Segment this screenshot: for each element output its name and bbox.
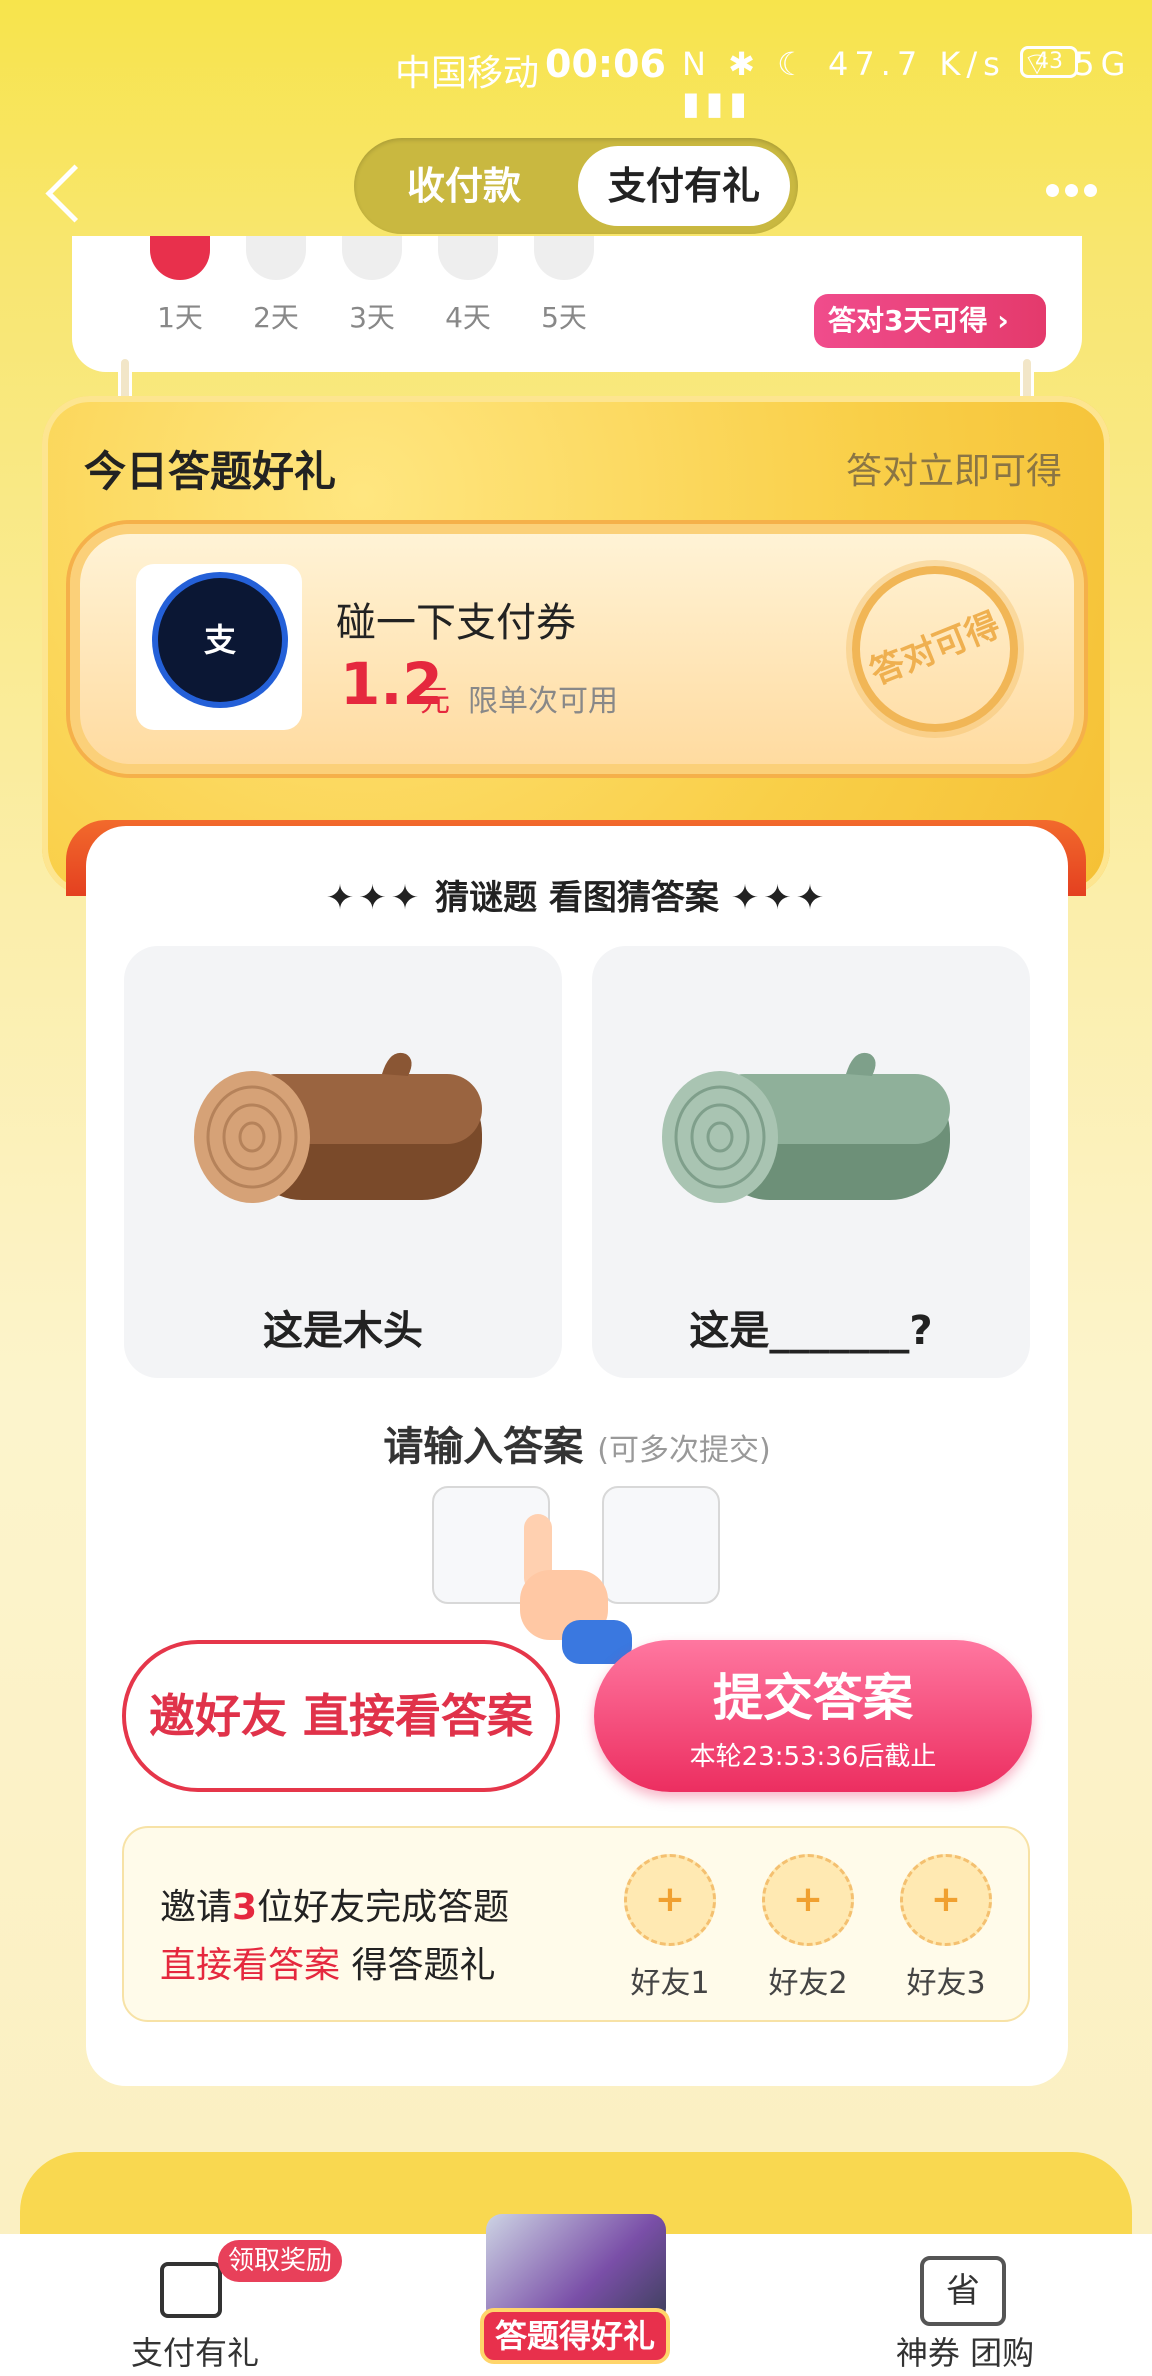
coupon-save-icon[interactable]: 省 <box>920 2256 1006 2326</box>
coupon-limit: 限单次可用 <box>468 684 618 719</box>
carrier-text: 中国移动 <box>395 53 540 94</box>
answer-prompt-note: (可多次提交) <box>597 1433 771 1468</box>
day-dot-icon <box>342 236 402 280</box>
sparkle-icon: ✦✦✦ <box>325 878 424 918</box>
jade-log-icon <box>662 1052 950 1203</box>
alipay-tap-logo-icon: 支 <box>158 578 282 702</box>
quiz-subtitle-text: 猜谜题 看图猜答案 <box>435 878 719 918</box>
quiz-subtitle: ✦✦✦ 猜谜题 看图猜答案 ✦✦✦ <box>86 870 1068 919</box>
day-label: 4天 <box>445 301 491 334</box>
answer-prompt-text: 请输入答案 <box>383 1424 584 1470</box>
friend-label: 好友1 <box>630 1966 710 2001</box>
friend-label: 好友3 <box>906 1966 986 2001</box>
invite-friend-button[interactable]: 邀好友 直接看答案 <box>122 1640 560 1792</box>
tab-coupons-group-buy[interactable]: 神券 团购 <box>880 2328 1050 2374</box>
day-label: 5天 <box>541 301 587 334</box>
tab-collect-pay[interactable]: 收付款 <box>354 138 574 234</box>
back-arrow-icon[interactable] <box>40 165 90 225</box>
gift-board-note: 答对立即可得 <box>846 451 1063 492</box>
more-options-icon[interactable] <box>1046 182 1106 202</box>
invite-text: 位好友完成答题 <box>257 1887 510 1928</box>
add-friend-3-icon[interactable]: + <box>900 1854 992 1946</box>
coupon-unit: 元 <box>420 684 450 719</box>
gift-board-title: 今日答题好礼 <box>84 447 337 496</box>
invite-text: 邀请 <box>160 1887 233 1928</box>
wooden-log-icon <box>194 1052 482 1203</box>
pointing-hand-icon <box>520 1514 632 1664</box>
claim-reward-badge: 领取奖励 <box>218 2240 342 2282</box>
submit-answer-label: 提交答案 <box>713 1669 913 1727</box>
sparkle-icon: ✦✦✦ <box>730 878 829 918</box>
submit-answer-button[interactable]: 提交答案 本轮23:53:36后截止 <box>594 1640 1032 1792</box>
streak-card: 1天 2天 3天 4天 5天 答对3天可得 › <box>72 236 1082 372</box>
invite-highlight: 直接看答案 <box>160 1945 341 1986</box>
quiz-image-card: 这是_______? <box>592 946 1030 1378</box>
clock-text: 00:06 <box>545 42 666 86</box>
segment-control: 收付款 支付有礼 <box>354 138 798 234</box>
tab-pay-rewards-label[interactable]: 支付有礼 <box>120 2328 270 2374</box>
answer-prompt: 请输入答案 (可多次提交) <box>86 1414 1068 1472</box>
day-dot-icon <box>150 236 210 280</box>
tab-pay-rewards[interactable]: 支付有礼 <box>578 146 790 226</box>
status-bar: 中国移动 00:06 N ✱ ☾ 47.7 K/s ⌔ 5G ▮▮▮ 43 <box>0 0 1152 130</box>
invite-line-2: 直接看答案 得答题礼 <box>160 1936 495 1988</box>
day-dot-icon <box>246 236 306 280</box>
add-friend-2-icon[interactable]: + <box>762 1854 854 1946</box>
streak-reward-badge[interactable]: 答对3天可得 › <box>814 294 1046 348</box>
invite-line-1: 邀请3位好友完成答题 <box>160 1878 509 1930</box>
gift-box-icon[interactable] <box>160 2262 222 2318</box>
quiz-image-card: 这是木头 <box>124 946 562 1378</box>
add-friend-1-icon[interactable]: + <box>624 1854 716 1946</box>
status-icons: N ✱ ☾ 47.7 K/s ⌔ 5G ▮▮▮ <box>682 45 1132 122</box>
battery-icon: 43 <box>1020 46 1078 78</box>
day-dot-icon <box>438 236 498 280</box>
friend-label: 好友2 <box>768 1966 848 2001</box>
day-label: 3天 <box>349 301 395 334</box>
day-label: 2天 <box>253 301 299 334</box>
day-label: 1天 <box>157 301 203 334</box>
invite-count: 3 <box>232 1887 258 1928</box>
image-caption: 这是木头 <box>263 1308 423 1354</box>
image-caption: 这是_______? <box>689 1308 933 1354</box>
day-dot-icon <box>534 236 594 280</box>
tab-quiz-gift[interactable]: 答题得好礼 <box>480 2308 670 2364</box>
submit-deadline-text: 本轮23:53:36后截止 <box>689 1742 937 1772</box>
invite-text: 得答题礼 <box>340 1945 496 1986</box>
coupon-name: 碰一下支付券 <box>336 600 576 646</box>
